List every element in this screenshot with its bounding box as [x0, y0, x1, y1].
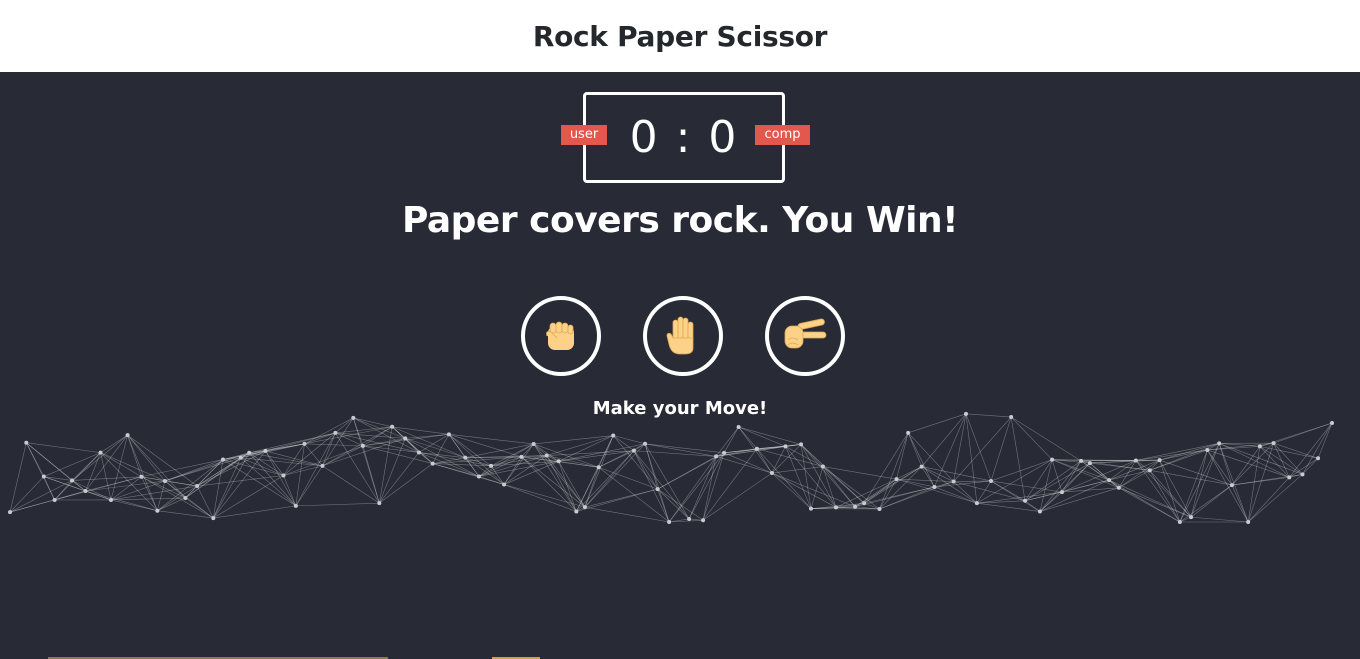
scissors-button[interactable]	[765, 296, 845, 376]
score-display: 0 : 0	[629, 112, 739, 163]
page-title: Rock Paper Scissor	[532, 19, 828, 53]
particle-network-background	[8, 411, 1335, 524]
move-prompt: Make your Move!	[592, 398, 768, 419]
raised-hand-icon	[666, 316, 694, 355]
rock-button[interactable]	[521, 296, 601, 376]
comp-badge: comp	[755, 125, 810, 145]
paper-button[interactable]	[643, 296, 723, 376]
user-badge: user	[561, 125, 607, 145]
game-area: 0 : 0 user comp Paper covers rock. You W…	[0, 72, 1360, 659]
app-header: Rock Paper Scissor	[0, 0, 1360, 72]
fist-hand-icon	[546, 321, 574, 350]
result-message: Paper covers rock. You Win!	[401, 200, 959, 241]
victory-hand-icon	[784, 318, 827, 349]
